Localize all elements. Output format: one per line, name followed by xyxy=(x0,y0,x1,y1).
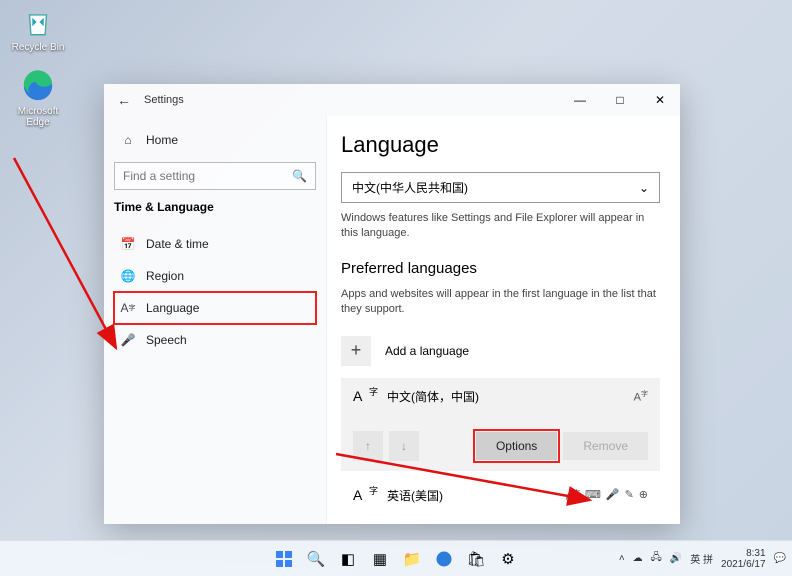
sidebar-item-speech[interactable]: 🎤 Speech xyxy=(114,324,316,356)
move-up-button[interactable]: ↑ xyxy=(353,431,383,461)
home-icon: ⌂ xyxy=(120,132,136,148)
display-language-dropdown[interactable]: 中文(中华人民共和国) ⌄ xyxy=(341,172,660,203)
language-name: 中文(简体，中国) xyxy=(387,388,622,405)
search-taskbar-icon[interactable]: 🔍 xyxy=(302,545,330,573)
display-language-value: 中文(中华人民共和国) xyxy=(352,179,468,196)
ime-indicator[interactable]: 英 拼 xyxy=(690,551,713,566)
settings-taskbar-icon[interactable]: ⚙ xyxy=(494,545,522,573)
titlebar: ← Settings — □ ✕ xyxy=(104,84,680,116)
explorer-icon[interactable]: 📁 xyxy=(398,545,426,573)
display-language-desc: Windows features like Settings and File … xyxy=(341,211,660,242)
sidebar-item-label: Language xyxy=(146,301,199,315)
back-button[interactable]: ← xyxy=(104,92,144,108)
sidebar-item-label: Home xyxy=(146,133,178,147)
widgets-icon[interactable]: ▦ xyxy=(366,545,394,573)
sidebar-item-label: Speech xyxy=(146,333,187,347)
edge-shortcut[interactable]: Microsoft Edge xyxy=(8,68,68,128)
sidebar-item-label: Date & time xyxy=(146,237,209,251)
add-language-label: Add a language xyxy=(385,344,469,358)
globe-icon: 🌐 xyxy=(120,268,136,284)
maximize-button[interactable]: □ xyxy=(600,84,640,116)
minimize-button[interactable]: — xyxy=(560,84,600,116)
language-indicators: A字 xyxy=(634,389,648,404)
edge-icon xyxy=(20,68,56,104)
sidebar-item-home[interactable]: ⌂ Home xyxy=(114,124,316,156)
chevron-down-icon: ⌄ xyxy=(639,181,649,195)
start-button[interactable] xyxy=(270,545,298,573)
cloud-icon[interactable]: ☁ xyxy=(633,553,643,564)
store-icon[interactable]: 🛍 xyxy=(462,545,490,573)
clock[interactable]: 8:31 2021/6/17 xyxy=(721,548,766,570)
language-glyph-icon: A xyxy=(353,388,375,404)
remove-button: Remove xyxy=(563,432,648,460)
network-icon[interactable]: 🖧 xyxy=(651,550,662,567)
notifications-icon[interactable]: 💬 xyxy=(774,553,786,564)
sidebar-section: Time & Language xyxy=(114,200,316,214)
move-down-button[interactable]: ↓ xyxy=(389,431,419,461)
plus-icon: + xyxy=(341,336,371,366)
settings-window: ← Settings — □ ✕ ⌂ Home 🔍 Time & Languag… xyxy=(104,84,680,524)
clock-date: 2021/6/17 xyxy=(721,559,766,570)
sidebar-item-label: Region xyxy=(146,269,184,283)
microphone-icon: 🎤 xyxy=(120,332,136,348)
task-view-icon[interactable]: ◧ xyxy=(334,545,362,573)
sidebar-item-region[interactable]: 🌐 Region xyxy=(114,260,316,292)
close-button[interactable]: ✕ xyxy=(640,84,680,116)
taskbar: 🔍 ◧ ▦ 📁 🛍 ⚙ ˄ ☁ 🖧 🔊 英 拼 8:31 2021/6/17 💬 xyxy=(0,540,792,576)
calendar-icon: 📅 xyxy=(120,236,136,252)
content-pane: Language 中文(中华人民共和国) ⌄ Windows features … xyxy=(326,116,680,524)
add-language-button[interactable]: + Add a language xyxy=(341,336,660,366)
language-icon: A字 xyxy=(120,300,136,316)
search-input-wrapper[interactable]: 🔍 xyxy=(114,162,316,190)
language-item[interactable]: A 英语(美国) A字⌨🎤✎⊕ xyxy=(341,477,660,514)
clock-time: 8:31 xyxy=(721,548,766,559)
language-item-selected[interactable]: A 中文(简体，中国) A字 ↑ ↓ Options Remove xyxy=(341,378,660,471)
search-input[interactable] xyxy=(123,169,307,183)
sidebar-item-datetime[interactable]: 📅 Date & time xyxy=(114,228,316,260)
preferred-desc: Apps and websites will appear in the fir… xyxy=(341,287,660,318)
language-name: 英语(美国) xyxy=(387,487,554,504)
window-title: Settings xyxy=(144,94,560,106)
volume-icon[interactable]: 🔊 xyxy=(670,553,682,564)
language-glyph-icon: A xyxy=(353,487,375,503)
search-icon: 🔍 xyxy=(292,169,307,183)
language-indicators: A字⌨🎤✎⊕ xyxy=(566,488,648,503)
sidebar: ⌂ Home 🔍 Time & Language 📅 Date & time 🌐… xyxy=(104,116,326,524)
edge-taskbar-icon[interactable] xyxy=(430,545,458,573)
options-button[interactable]: Options xyxy=(476,432,557,460)
preferred-heading: Preferred languages xyxy=(341,260,660,277)
recycle-bin-icon xyxy=(20,4,56,40)
edge-label: Microsoft Edge xyxy=(18,106,59,128)
recycle-bin[interactable]: Recycle Bin xyxy=(8,4,68,53)
sidebar-item-language[interactable]: A字 Language xyxy=(114,292,316,324)
tray-chevron-icon[interactable]: ˄ xyxy=(619,553,625,564)
page-title: Language xyxy=(341,132,660,158)
recycle-bin-label: Recycle Bin xyxy=(12,42,65,53)
